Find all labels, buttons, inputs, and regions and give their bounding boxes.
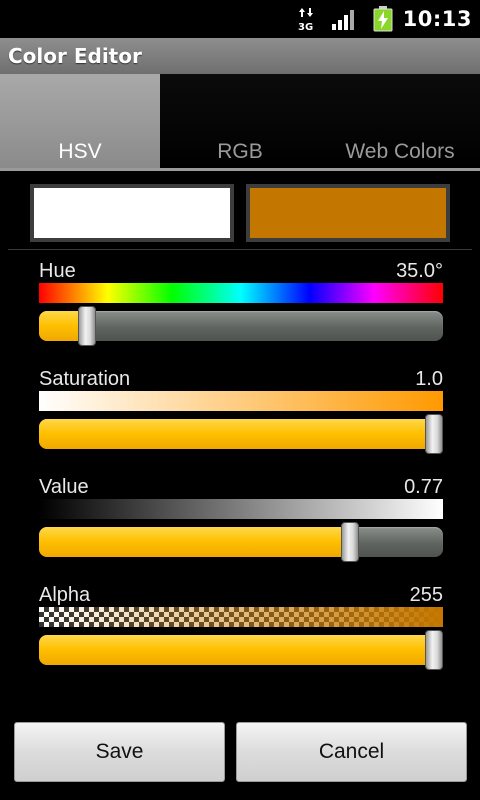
hue-slider[interactable] bbox=[39, 306, 443, 346]
hue-value: 35.0° bbox=[396, 260, 443, 282]
tab-hsv[interactable]: HSV bbox=[0, 74, 160, 170]
status-bar: 3G 10:13 bbox=[0, 0, 480, 38]
hue-section: Hue 35.0° bbox=[39, 259, 443, 346]
app-screen: 3G 10:13 Color Editor HSV RGB Web Colors bbox=[0, 0, 480, 800]
alpha-slider[interactable] bbox=[39, 630, 443, 670]
saturation-label: Saturation bbox=[39, 368, 131, 390]
old-color-swatch bbox=[30, 184, 234, 242]
value-slider-fill bbox=[39, 527, 351, 557]
value-label-row: Value 0.77 bbox=[39, 475, 443, 499]
cancel-button[interactable]: Cancel bbox=[236, 722, 467, 782]
saturation-slider-thumb[interactable] bbox=[425, 414, 443, 454]
tab-bar: HSV RGB Web Colors bbox=[0, 74, 480, 170]
saturation-section: Saturation 1.0 bbox=[39, 367, 443, 454]
value-slider[interactable] bbox=[39, 522, 443, 562]
hue-label: Hue bbox=[39, 260, 76, 282]
title-bar: Color Editor bbox=[0, 38, 480, 74]
value-gradient bbox=[39, 499, 443, 519]
signal-icon bbox=[331, 10, 354, 30]
alpha-value: 255 bbox=[409, 584, 443, 606]
hue-label-row: Hue 35.0° bbox=[39, 259, 443, 283]
saturation-label-row: Saturation 1.0 bbox=[39, 367, 443, 391]
alpha-slider-fill bbox=[39, 635, 434, 665]
alpha-label-row: Alpha 255 bbox=[39, 583, 443, 607]
saturation-slider-fill bbox=[39, 419, 434, 449]
tab-rgb[interactable]: RGB bbox=[160, 74, 320, 170]
battery-charging-icon bbox=[373, 6, 393, 32]
saturation-slider[interactable] bbox=[39, 414, 443, 454]
alpha-section: Alpha 255 bbox=[39, 583, 443, 670]
alpha-label: Alpha bbox=[39, 584, 91, 606]
saturation-gradient bbox=[39, 391, 443, 411]
tab-web-colors[interactable]: Web Colors bbox=[320, 74, 480, 170]
divider bbox=[8, 249, 472, 250]
hue-slider-thumb[interactable] bbox=[78, 306, 97, 346]
save-button[interactable]: Save bbox=[14, 722, 225, 782]
value-section: Value 0.77 bbox=[39, 475, 443, 562]
alpha-gradient bbox=[39, 607, 443, 627]
tab-underline bbox=[0, 168, 480, 171]
screen-title: Color Editor bbox=[8, 44, 142, 68]
value-slider-thumb[interactable] bbox=[341, 522, 360, 562]
hue-gradient bbox=[39, 283, 443, 303]
3g-data-icon: 3G bbox=[298, 8, 313, 32]
value-value: 0.77 bbox=[404, 476, 443, 498]
svg-text:3G: 3G bbox=[298, 22, 313, 32]
saturation-value: 1.0 bbox=[415, 368, 443, 390]
value-label: Value bbox=[39, 476, 89, 498]
status-icons: 3G bbox=[297, 6, 393, 32]
new-color-swatch bbox=[246, 184, 450, 242]
alpha-slider-thumb[interactable] bbox=[425, 630, 443, 670]
status-clock: 10:13 bbox=[402, 7, 472, 31]
